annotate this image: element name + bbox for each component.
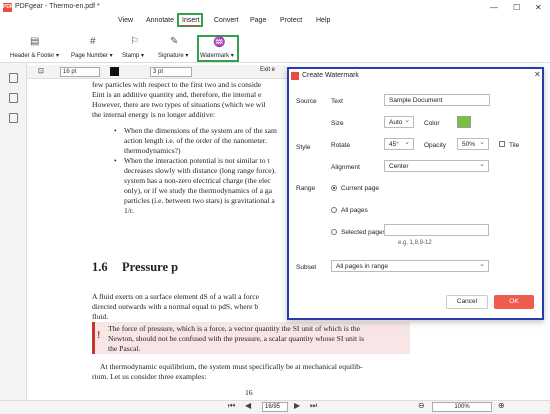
color-label: Color xyxy=(424,120,440,127)
stamp-icon: ⚐ xyxy=(130,36,139,47)
page-input[interactable]: 16/95 xyxy=(262,402,288,412)
selected-pages-hint: e.g. 1,8,9-12 xyxy=(398,240,432,246)
doc-line: A fluid exerts on a surface element dS o… xyxy=(92,292,259,301)
doc-line: only), or if we study the thermodynamics… xyxy=(124,186,273,195)
minimize-button[interactable]: — xyxy=(490,3,498,12)
watermark-button[interactable]: Watermark ▾ xyxy=(200,52,234,59)
menu-protect[interactable]: Protect xyxy=(280,17,302,24)
last-page-icon[interactable]: ⏭ xyxy=(310,401,317,411)
text-color-swatch[interactable] xyxy=(110,67,119,76)
note-line: Newton, should not be confused with the … xyxy=(108,334,365,343)
selected-pages-input[interactable] xyxy=(384,224,489,236)
zoom-in-icon[interactable]: ⊕ xyxy=(498,401,505,410)
doc-line: few particles with respect to the first … xyxy=(92,80,262,89)
doc-line: particles (i.e. between two stars) is gr… xyxy=(124,196,275,205)
maximize-button[interactable]: ☐ xyxy=(513,3,520,12)
doc-line: action length i.e. of the order of the n… xyxy=(124,136,267,145)
close-button[interactable]: ✕ xyxy=(535,3,542,12)
menu-convert[interactable]: Convert xyxy=(214,17,239,24)
signature-button[interactable]: Signature ▾ xyxy=(158,52,188,59)
page-number-icon: # xyxy=(90,36,96,47)
bullet-marker: • xyxy=(114,126,117,135)
watermark-icon: ♒ xyxy=(213,37,226,48)
subset-label: Subset xyxy=(296,264,317,271)
first-page-icon[interactable]: ⏮ xyxy=(228,401,235,411)
zoom-select[interactable]: 100% xyxy=(432,402,492,412)
text-label: Text xyxy=(331,98,343,105)
color-swatch[interactable] xyxy=(457,116,471,128)
style-label: Style xyxy=(296,144,311,151)
rotate-label: Rotate xyxy=(331,142,351,149)
doc-line: Eint is an additive quantity and, theref… xyxy=(92,90,262,99)
range-label: Range xyxy=(296,185,316,192)
bullet-marker: • xyxy=(114,156,117,165)
signature-icon: ✎ xyxy=(170,36,179,47)
comments-icon[interactable] xyxy=(9,113,18,123)
doc-line: thermodynamics?) xyxy=(124,146,181,155)
size-label: Size xyxy=(331,120,344,127)
tile-checkbox[interactable] xyxy=(499,141,505,147)
source-label: Source xyxy=(296,98,317,105)
rotate-select[interactable]: 45° xyxy=(384,137,414,150)
warning-icon: ! xyxy=(97,330,101,341)
doc-line: fluid. xyxy=(92,312,109,321)
doc-line: system has a non-zero electrical charge … xyxy=(124,176,271,185)
header-footer-icon: ▤ xyxy=(30,36,40,47)
font-size-select[interactable]: 16 pt xyxy=(60,67,100,77)
app-window: PDF PDFgear - Thermo-en.pdf * — ☐ ✕ View… xyxy=(0,0,550,414)
page-number-button[interactable]: Page Number ▾ xyxy=(71,52,113,59)
all-pages-label: All pages xyxy=(341,207,368,214)
current-page-label: Current page xyxy=(341,185,379,192)
menu-view[interactable]: View xyxy=(118,17,133,24)
note-line: the Pascal. xyxy=(108,344,141,353)
menu-page[interactable]: Page xyxy=(250,17,266,24)
doc-line: However, there are two types of situatio… xyxy=(92,100,266,109)
thumbnails-icon[interactable] xyxy=(9,93,18,103)
doc-line: When the interaction potential is not si… xyxy=(124,156,270,165)
section-title: Pressure p xyxy=(122,260,179,274)
cancel-button[interactable]: Cancel xyxy=(446,295,488,309)
dialog-close-button[interactable]: ✕ xyxy=(534,70,541,79)
section-number: 1.6 xyxy=(92,260,108,274)
line-width-select[interactable]: 3 pt xyxy=(150,67,192,77)
subset-select[interactable]: All pages in range xyxy=(331,259,489,272)
prev-page-icon[interactable]: ◀ xyxy=(245,401,251,410)
menu-active-indicator xyxy=(181,25,199,26)
doc-line: rium. Let us consider three examples: xyxy=(92,372,207,381)
doc-line: 1/r. xyxy=(124,206,134,215)
app-logo: PDF xyxy=(3,3,13,12)
all-pages-radio[interactable] xyxy=(331,207,337,213)
bookmark-icon[interactable] xyxy=(9,73,18,83)
menu-help[interactable]: Help xyxy=(316,17,330,24)
doc-line: decreases slowly with distance (long ran… xyxy=(124,166,277,175)
doc-line: When the dimensions of the system are of… xyxy=(124,126,277,135)
doc-line: directed outwards with a normal equal to… xyxy=(92,302,259,311)
menu-insert[interactable]: Insert xyxy=(182,17,200,24)
doc-line: the internal energy is no longer additiv… xyxy=(92,110,216,119)
stamp-button[interactable]: Stamp ▾ xyxy=(122,52,144,59)
header-footer-button[interactable]: Header & Footer ▾ xyxy=(10,52,59,59)
opacity-select[interactable]: 50% xyxy=(457,137,489,150)
current-page-radio[interactable] xyxy=(331,185,337,191)
selected-pages-radio[interactable] xyxy=(331,229,337,235)
dialog-title: Create Watermark xyxy=(302,72,359,79)
alignment-select[interactable]: Center xyxy=(384,159,489,172)
tile-label: Tile xyxy=(509,142,520,149)
exit-edit-button[interactable]: Exit e xyxy=(260,67,275,73)
next-page-icon[interactable]: ▶ xyxy=(294,401,300,410)
note-line: The force of pressure, which is a force,… xyxy=(108,324,360,333)
window-title: PDFgear - Thermo-en.pdf * xyxy=(15,3,100,10)
ok-button[interactable]: OK xyxy=(494,295,534,309)
alignment-label: Alignment xyxy=(331,164,360,171)
selected-pages-label: Selected pages xyxy=(341,229,386,236)
menu-annotate[interactable]: Annotate xyxy=(146,17,174,24)
doc-line: At thermodynamic equilibrium, the system… xyxy=(100,362,363,371)
dialog-logo-icon xyxy=(291,72,299,80)
size-select[interactable]: Auto xyxy=(384,115,414,128)
watermark-text-input[interactable]: Sample Document xyxy=(384,94,490,106)
zoom-out-icon[interactable]: ⊖ xyxy=(418,401,425,410)
page-number-label: 16 xyxy=(245,388,253,397)
opacity-label: Opacity xyxy=(424,142,447,149)
select-icon[interactable]: ⊡ xyxy=(38,67,44,75)
